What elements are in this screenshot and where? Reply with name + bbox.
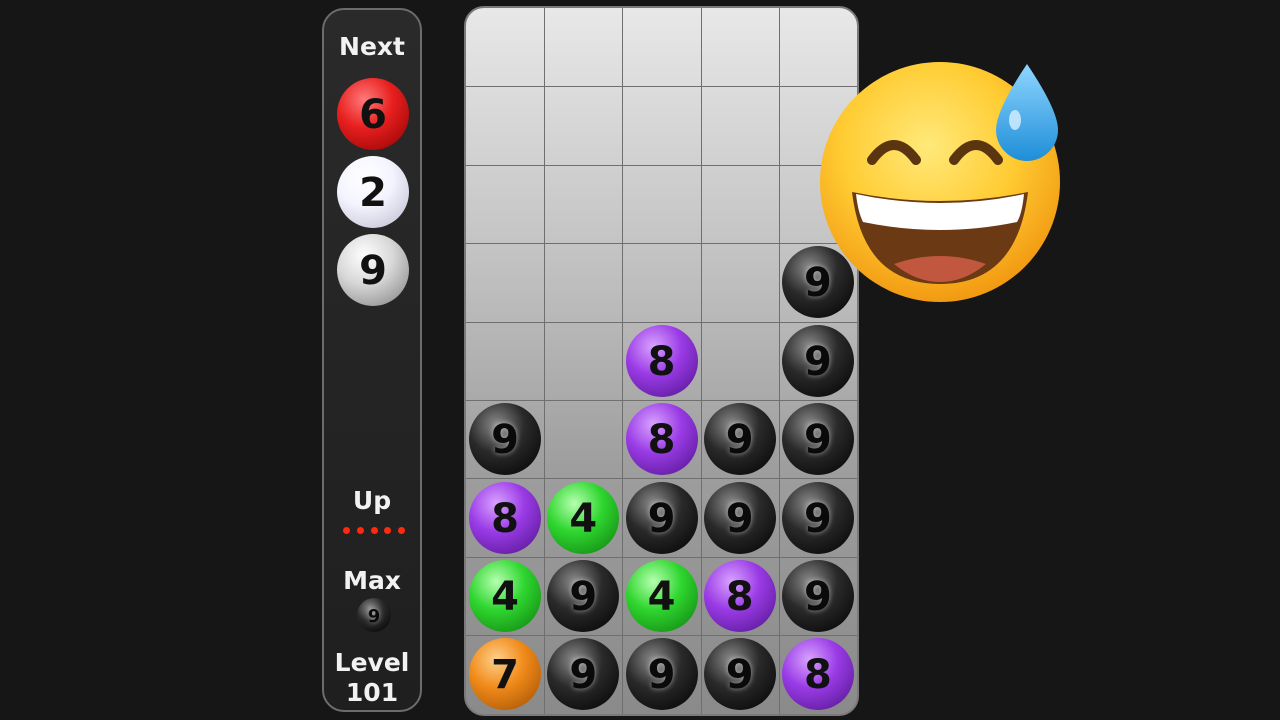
board-ball: 9 [547,560,620,632]
next-ball: 9 [337,234,409,306]
ball-number: 9 [647,495,676,542]
grid-line [466,86,857,88]
board-ball: 9 [781,324,854,397]
side-panel: Next 6 2 9 Up Max 9 Level 101 [322,8,422,712]
ball-number: 8 [491,495,520,542]
grid-line [466,164,857,166]
board-ball: 9 [547,638,620,711]
ball-number: 8 [725,574,754,620]
board-ball: 8 [469,481,542,554]
ball-number: 8 [647,417,676,464]
next-ball: 6 [337,78,409,150]
grid-line [778,8,780,714]
up-progress-dots [340,527,408,534]
ball-number: 9 [803,574,832,620]
ball-number: 9 [647,652,676,699]
board-ball: 9 [703,403,776,476]
board-ball: 9 [625,638,698,711]
ball-number: 8 [647,338,676,385]
ball-number: 7 [491,652,520,699]
board-ball: 9 [469,403,542,476]
next-label: Next [339,32,405,61]
ball-number: 9 [803,495,832,542]
ball-number: 9 [569,574,598,620]
grinning-face-with-sweat-icon [820,62,1060,302]
ball-number: 9 [569,652,598,699]
ball-number: 9 [491,417,520,464]
ball-number: 9 [725,652,754,699]
grid-line [466,635,857,637]
grid-line [466,243,857,245]
next-ball: 2 [337,156,409,228]
up-dot [384,527,392,534]
grid-line [466,400,857,401]
grid-line [466,321,857,323]
game-board[interactable]: 9899899849994948979998 [464,6,859,716]
board-ball: 9 [625,481,698,554]
ball-number: 2 [359,170,387,216]
board-ball: 9 [781,481,854,554]
board-ball: 9 [781,403,854,476]
up-label: Up [352,486,392,515]
board-ball: 8 [625,403,698,476]
level-value: 101 [345,678,399,707]
up-dot [343,527,350,534]
level-label: Level [334,648,410,677]
up-dot [398,527,405,534]
board-ball: 4 [625,560,698,632]
ball-number: 4 [647,574,676,620]
board-ball: 9 [781,560,854,632]
max-label: Max [343,566,401,595]
up-dot [356,527,364,534]
ball-number: 9 [725,417,754,464]
board-ball: 8 [781,638,854,711]
ball-number: 4 [491,574,520,620]
grid-line [700,8,702,714]
ball-number: 9 [803,417,832,464]
board-ball: 4 [469,560,542,632]
ball-number: 9 [359,248,387,294]
up-dot [370,527,378,534]
board-ball: 8 [625,324,698,397]
ball-number: 9 [725,495,754,542]
board-ball: 9 [703,638,776,711]
board-ball: 7 [469,638,542,711]
board-ball: 4 [547,481,620,554]
grid-line [544,8,546,714]
ball-number: 9 [367,605,381,627]
ball-number: 4 [569,495,598,542]
board-ball: 9 [703,481,776,554]
max-ball: 9 [357,598,391,632]
grid-line [466,556,857,558]
ball-number: 8 [803,652,832,699]
ball-number: 6 [359,92,387,138]
board-ball: 8 [703,560,776,632]
grid-line [466,478,857,480]
grid-line [622,8,624,714]
ball-number: 9 [803,338,832,385]
